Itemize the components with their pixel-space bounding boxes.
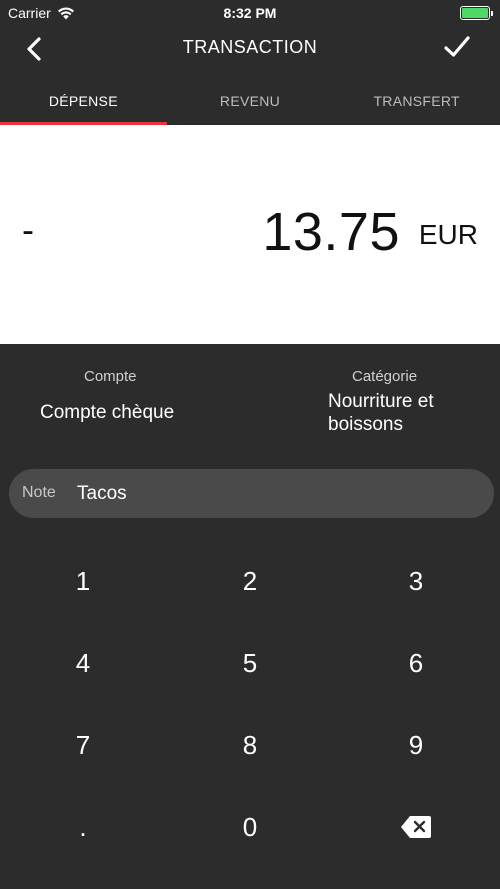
amount-panel[interactable]: - 13.75 EUR	[0, 125, 500, 344]
category-value-line2: boissons	[328, 414, 403, 435]
tab-revenu[interactable]: REVENU	[167, 76, 334, 125]
battery-icon	[460, 6, 493, 20]
account-value: Compte chèque	[40, 402, 175, 423]
key-4[interactable]: 4	[0, 622, 166, 704]
checkmark-icon	[444, 36, 470, 57]
key-2[interactable]: 2	[167, 540, 333, 622]
transaction-type-tabs: DÉPENSE REVENU TRANSFERT	[0, 76, 500, 125]
page-title: TRANSACTION	[182, 37, 318, 57]
note-field[interactable]: Note	[9, 469, 494, 518]
amount-sign[interactable]: -	[22, 209, 34, 251]
battery-fill	[462, 8, 488, 18]
key-7[interactable]: 7	[0, 704, 166, 786]
key-5[interactable]: 5	[167, 622, 333, 704]
key-1[interactable]: 1	[0, 540, 166, 622]
account-label: Compte	[84, 368, 137, 385]
note-input[interactable]	[77, 481, 457, 507]
key-0[interactable]: 0	[167, 786, 333, 868]
key-8[interactable]: 8	[167, 704, 333, 786]
backspace-button[interactable]	[333, 786, 499, 868]
tab-transfert[interactable]: TRANSFERT	[333, 76, 500, 125]
status-bar: Carrier 8:32 PM	[0, 0, 500, 26]
confirm-button[interactable]	[442, 32, 472, 62]
currency-selector[interactable]: EUR	[419, 219, 478, 251]
key-3[interactable]: 3	[333, 540, 499, 622]
key-decimal[interactable]: .	[0, 786, 166, 868]
key-9[interactable]: 9	[333, 704, 499, 786]
backspace-icon	[401, 816, 431, 838]
category-label: Catégorie	[352, 368, 418, 385]
key-6[interactable]: 6	[333, 622, 499, 704]
numeric-keypad: 1 2 3 4 5 6 7 8 9 . 0	[0, 540, 500, 869]
nav-bar: TRANSACTION	[0, 26, 500, 72]
category-value-line1: Nourriture et	[328, 391, 434, 412]
note-label: Note	[22, 484, 56, 501]
amount-value: 13.75	[262, 202, 400, 262]
status-time: 8:32 PM	[223, 5, 277, 21]
tab-depense[interactable]: DÉPENSE	[0, 76, 167, 125]
